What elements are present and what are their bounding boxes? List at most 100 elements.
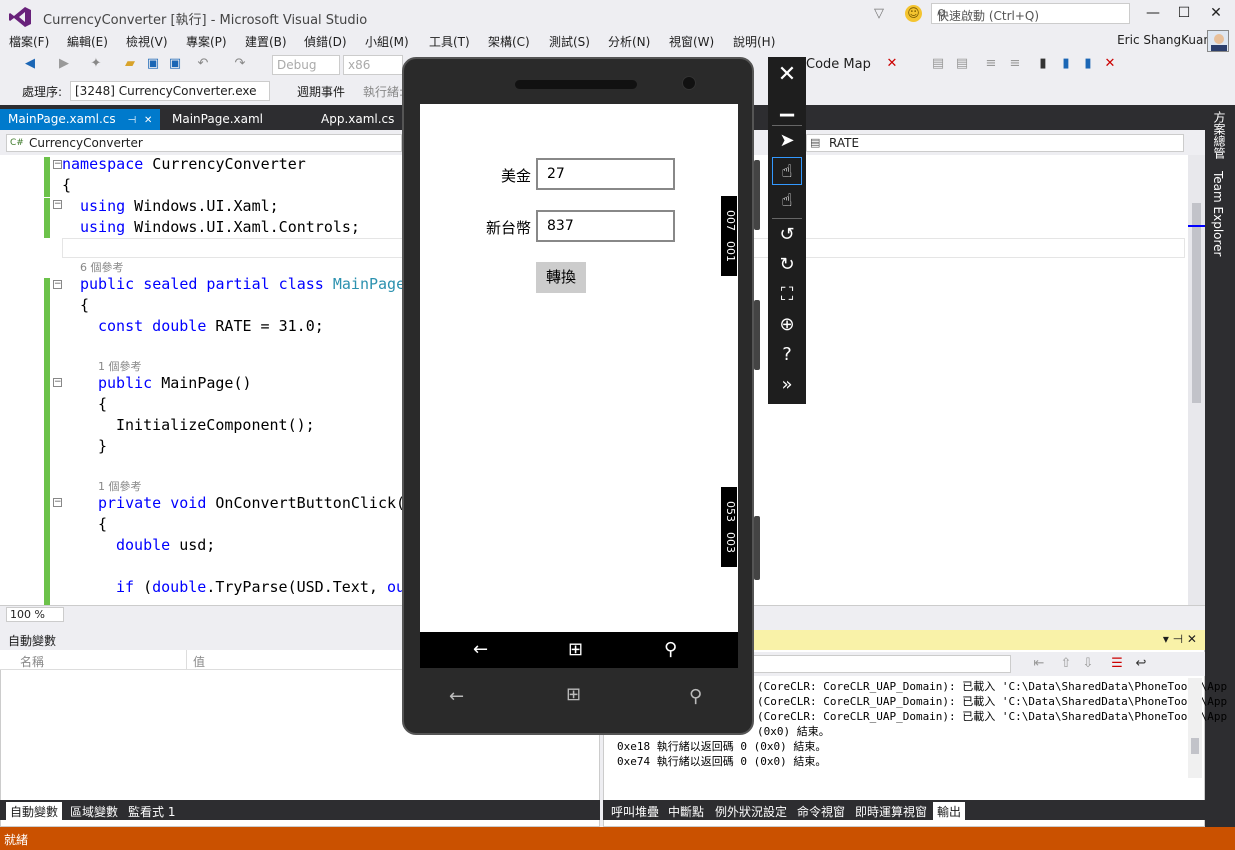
usd-input[interactable]: 27 — [536, 158, 675, 190]
lifecycle-events-button[interactable]: 週期事件 — [297, 83, 345, 100]
clear-all-icon[interactable]: ☰ — [1109, 656, 1125, 672]
single-touch-icon[interactable]: ☝ — [772, 157, 802, 185]
quick-launch-input[interactable]: 快速啟動 (Ctrl+Q) ⚲ — [931, 3, 1130, 24]
menu-file[interactable]: 檔案(F) — [9, 33, 49, 50]
menu-team[interactable]: 小組(M) — [365, 33, 409, 50]
comment-icon[interactable]: ▤ — [930, 56, 946, 72]
codelens-references[interactable]: 6 個參考 — [80, 259, 124, 275]
codelens-references[interactable]: 1 個參考 — [98, 358, 142, 374]
new-project-icon[interactable]: ✦ — [88, 56, 104, 72]
output-vertical-scrollbar[interactable] — [1188, 678, 1202, 778]
search-icon[interactable]: ⚲ — [937, 7, 1124, 21]
tab-breakpoints[interactable]: 中斷點 — [664, 802, 708, 821]
tab-mainpage-xaml-cs[interactable]: MainPage.xaml.cs ⊣ ✕ — [0, 109, 161, 130]
tab-output[interactable]: 輸出 — [933, 802, 966, 821]
menu-build[interactable]: 建置(B) — [245, 33, 287, 50]
back-icon[interactable]: ◀ — [22, 56, 38, 72]
tab-team-explorer[interactable]: Team Explorer — [1211, 171, 1225, 257]
value-column-header[interactable]: 值 — [193, 653, 205, 670]
menu-analyze[interactable]: 分析(N) — [608, 33, 650, 50]
search-icon[interactable]: ⚲ — [664, 639, 677, 660]
output-header-controls[interactable]: ▾ ⊣ ✕ — [1163, 632, 1197, 646]
next-bookmark-icon[interactable]: ▮ — [1080, 56, 1096, 72]
open-folder-icon[interactable]: ▰ — [122, 56, 138, 72]
close-button[interactable]: ✕ — [1206, 5, 1226, 21]
fold-toggle[interactable]: − — [53, 498, 62, 507]
name-column-header[interactable]: 名稱 — [20, 653, 44, 670]
user-name[interactable]: Eric ShangKuan — [1117, 33, 1211, 47]
menu-test[interactable]: 測試(S) — [549, 33, 590, 50]
feedback-smiley-icon[interactable]: ☺ — [905, 5, 922, 22]
multi-touch-icon[interactable]: ☝ — [772, 187, 802, 215]
word-wrap-icon[interactable]: ↩ — [1133, 656, 1149, 672]
scrollbar-thumb[interactable] — [1191, 738, 1199, 754]
mouse-input-icon[interactable]: ➤ — [772, 127, 802, 155]
prev-message-icon[interactable]: ⇧ — [1058, 656, 1074, 672]
tab-command-window[interactable]: 命令視窗 — [793, 802, 849, 821]
fold-toggle[interactable]: − — [53, 200, 62, 209]
pin-icon[interactable]: ⊣ — [127, 115, 136, 126]
minimize-emulator-icon[interactable]: ▁ — [772, 93, 802, 121]
prev-bookmark-icon[interactable]: ▮ — [1058, 56, 1074, 72]
maximize-button[interactable]: ☐ — [1174, 5, 1194, 21]
outdent-icon[interactable]: ≡ — [1007, 56, 1023, 72]
tab-mainpage-xaml[interactable]: MainPage.xaml — [164, 109, 271, 130]
column-divider[interactable] — [186, 650, 187, 670]
tab-solution-explorer[interactable]: 方案總管 — [1211, 111, 1228, 159]
volume-button[interactable] — [754, 160, 760, 230]
bookmark-icon[interactable]: ▮ — [1035, 56, 1051, 72]
menu-tools[interactable]: 工具(T) — [429, 33, 470, 50]
indent-icon[interactable]: ≡ — [983, 56, 999, 72]
editor-vertical-scrollbar[interactable] — [1188, 155, 1205, 605]
power-button[interactable] — [754, 300, 760, 370]
tab-exception-settings[interactable]: 例外狀況設定 — [711, 802, 791, 821]
fold-toggle[interactable]: − — [53, 378, 62, 387]
hardware-back-icon[interactable]: ← — [449, 686, 464, 707]
menu-view[interactable]: 檢視(V) — [126, 33, 168, 50]
tab-app-xaml-cs[interactable]: App.xaml.cs — [313, 109, 402, 130]
back-arrow-icon[interactable]: ← — [473, 639, 488, 660]
find-message-icon[interactable]: ⇤ — [1031, 656, 1047, 672]
windows-start-icon[interactable]: ⊞ — [568, 639, 583, 660]
output-source-select[interactable] — [753, 655, 1011, 673]
filter-notification-icon[interactable]: ▽ — [874, 6, 884, 21]
rotate-left-icon[interactable]: ↺ — [772, 221, 802, 249]
tab-call-stack[interactable]: 呼叫堆疊 — [607, 802, 663, 821]
close-tab-icon[interactable]: ✕ — [144, 115, 152, 126]
convert-button[interactable]: 轉換 — [536, 262, 586, 293]
help-icon[interactable]: ? — [772, 341, 802, 369]
member-navigation-select[interactable]: ▤ RATE — [806, 134, 1184, 152]
fold-toggle[interactable]: − — [53, 280, 62, 289]
platform-select[interactable]: x86 — [343, 55, 403, 75]
additional-tools-icon[interactable]: » — [772, 371, 802, 399]
configuration-select[interactable]: Debug — [272, 55, 340, 75]
code-map-remove-icon[interactable]: ✕ — [884, 56, 900, 72]
menu-edit[interactable]: 編輯(E) — [67, 33, 108, 50]
rotate-right-icon[interactable]: ↻ — [772, 251, 802, 279]
redo-icon[interactable]: ↷ — [232, 56, 248, 72]
minimize-button[interactable]: — — [1143, 5, 1163, 21]
menu-help[interactable]: 說明(H) — [733, 33, 775, 50]
fit-to-screen-icon[interactable]: ⛶ — [772, 281, 802, 309]
tab-autos[interactable]: 自動變數 — [6, 802, 63, 821]
zoom-select[interactable]: 100 % — [6, 607, 64, 622]
avatar[interactable] — [1207, 30, 1229, 52]
save-icon[interactable]: ▣ — [145, 56, 161, 72]
zoom-icon[interactable]: ⊕ — [772, 311, 802, 339]
project-navigation-select[interactable]: C# CurrencyConverter — [6, 134, 402, 152]
next-message-icon[interactable]: ⇩ — [1080, 656, 1096, 672]
codelens-references[interactable]: 1 個參考 — [98, 478, 142, 494]
close-emulator-icon[interactable]: ✕ — [772, 61, 802, 89]
forward-icon[interactable]: ▶ — [56, 56, 72, 72]
fold-toggle[interactable]: − — [53, 160, 62, 169]
hardware-start-icon[interactable]: ⊞ — [566, 684, 581, 705]
menu-architecture[interactable]: 架構(C) — [488, 33, 530, 50]
hardware-search-icon[interactable]: ⚲ — [689, 686, 702, 707]
camera-button[interactable] — [754, 516, 760, 580]
undo-icon[interactable]: ↶ — [195, 56, 211, 72]
uncomment-icon[interactable]: ▤ — [954, 56, 970, 72]
process-select[interactable]: [3248] CurrencyConverter.exe — [70, 81, 270, 101]
menu-project[interactable]: 專案(P) — [186, 33, 227, 50]
tab-immediate-window[interactable]: 即時運算視窗 — [851, 802, 931, 821]
code-map-button[interactable]: Code Map — [806, 57, 871, 72]
